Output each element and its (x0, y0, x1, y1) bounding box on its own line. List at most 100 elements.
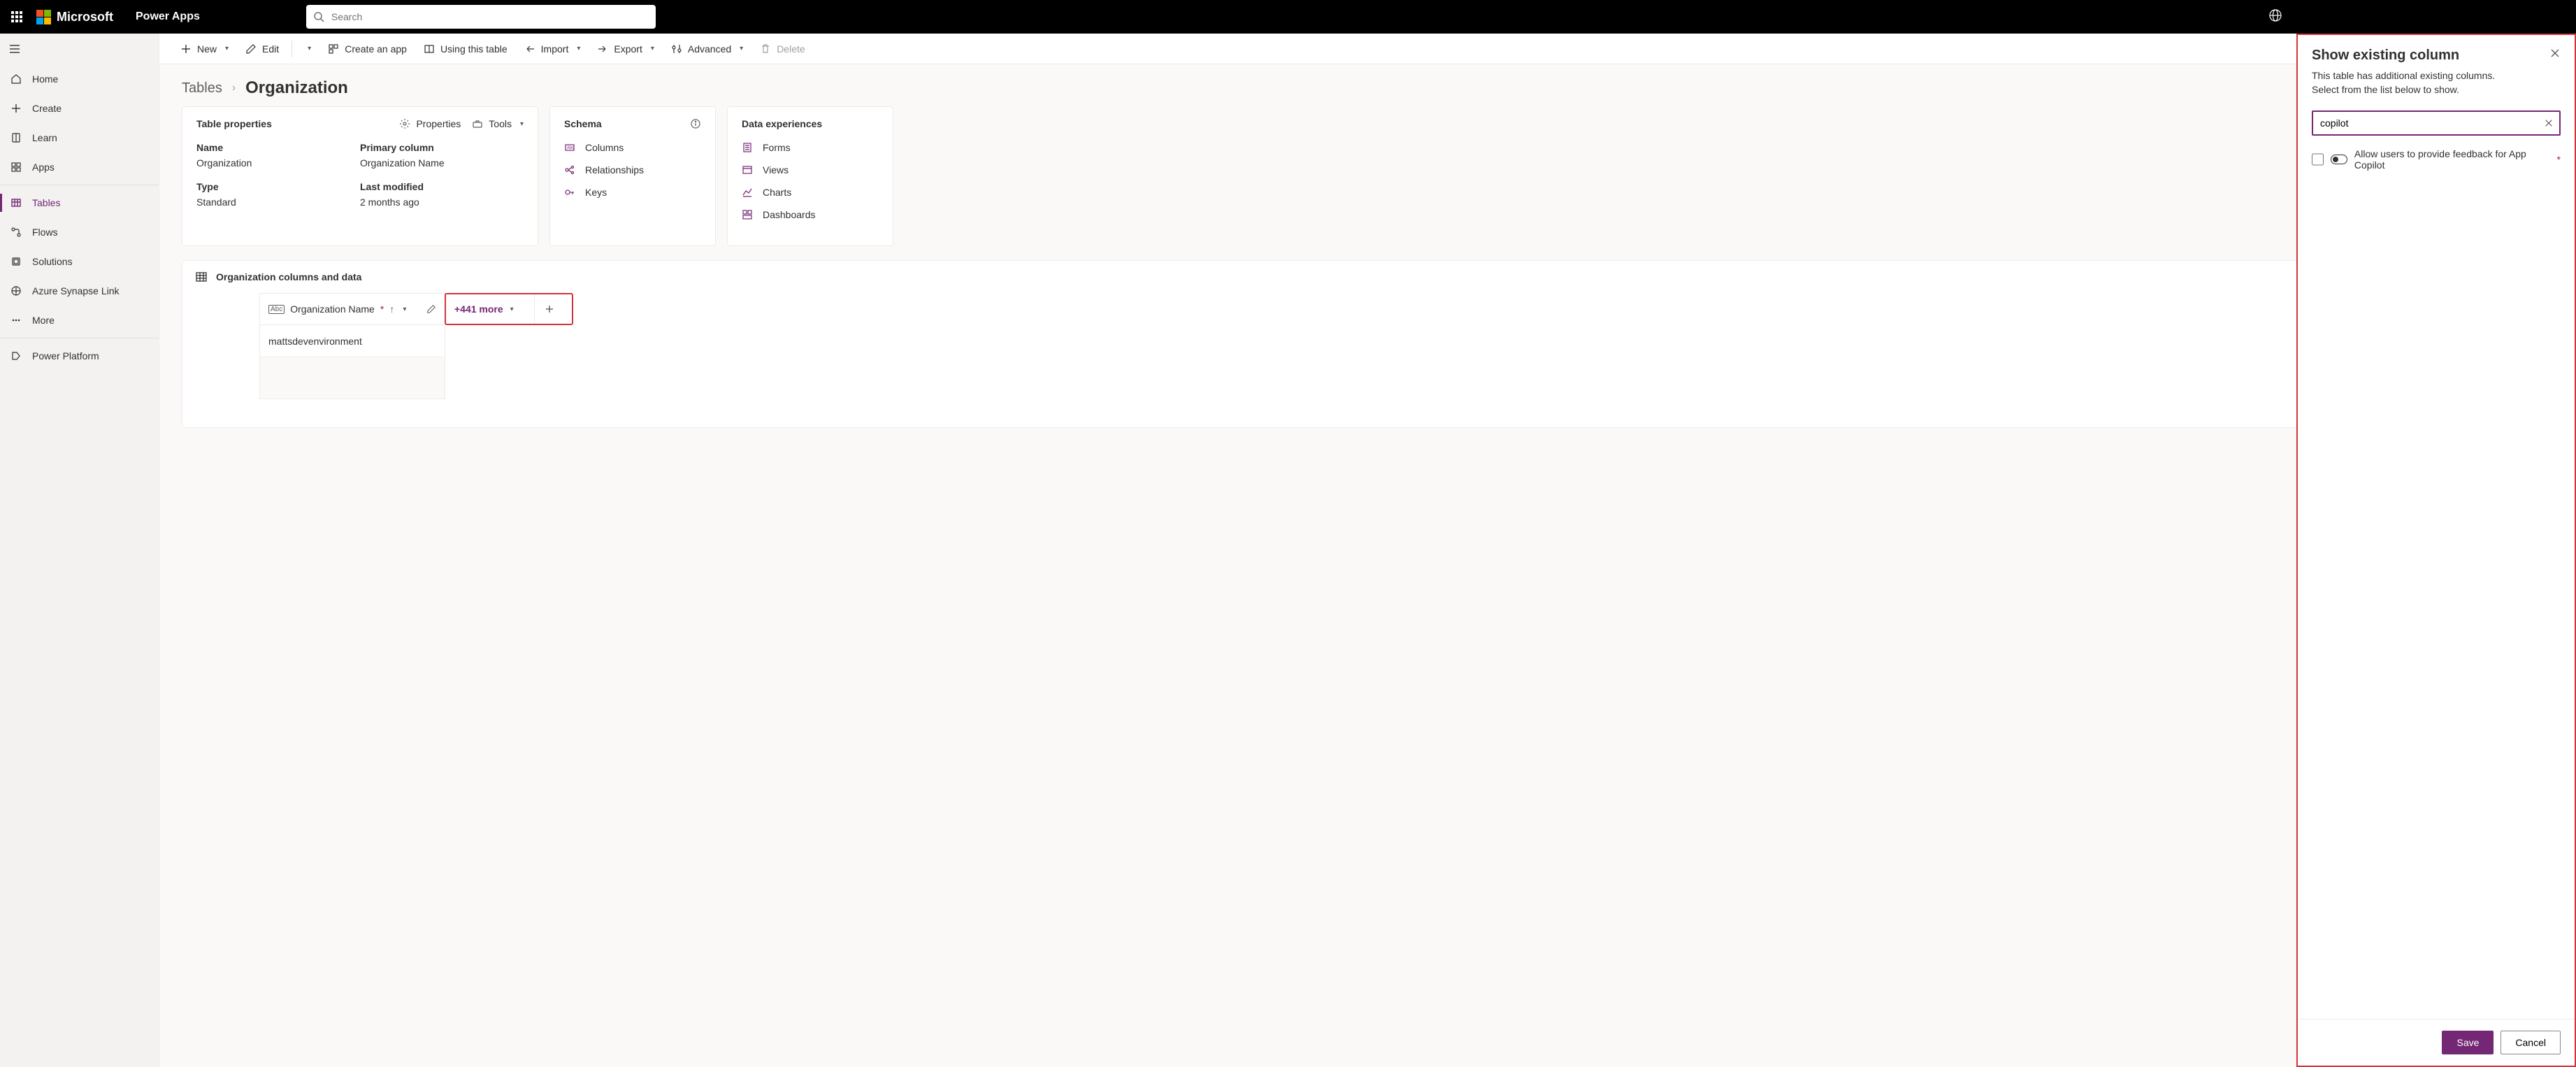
text-type-icon: Abc (268, 305, 285, 314)
dashboards-link[interactable]: Dashboards (742, 209, 879, 220)
charts-link[interactable]: Charts (742, 187, 879, 198)
nav-item-create[interactable]: Create (0, 94, 159, 123)
chevron-down-icon: ▾ (740, 45, 743, 52)
main-content: New ▾ Edit ▾ Create an app Using this ta… (159, 34, 2576, 1067)
relationships-icon (564, 164, 577, 176)
chevron-down-icon: ▾ (651, 45, 654, 52)
solutions-icon (10, 256, 22, 267)
nav-label: Apps (32, 162, 55, 173)
cmd-label: Create an app (345, 43, 407, 55)
nav-item-power-platform[interactable]: Power Platform (0, 341, 159, 371)
microsoft-logo-icon (36, 10, 51, 24)
chevron-down-icon: ▾ (510, 306, 514, 313)
data-experiences-card: Data experiences Forms Views Charts (727, 106, 893, 246)
views-link[interactable]: Views (742, 164, 879, 176)
import-button[interactable]: Import ▾ (517, 38, 588, 60)
columns-data-section: Organization columns and data Abc Organi… (182, 260, 2554, 428)
cmd-label: Export (614, 43, 642, 55)
settings-icon (671, 43, 682, 55)
prop-primary-value: Organization Name (360, 157, 524, 169)
forms-link[interactable]: Forms (742, 142, 879, 153)
advanced-button[interactable]: Advanced ▾ (664, 38, 750, 60)
schema-keys-link[interactable]: Keys (564, 187, 701, 198)
prop-name-value: Organization (196, 157, 360, 169)
chevron-down-icon: ▾ (308, 45, 311, 52)
hamburger-icon[interactable] (8, 43, 21, 55)
info-icon[interactable] (690, 118, 701, 129)
table-row[interactable]: mattsdevenvironment (259, 325, 445, 357)
schema-columns-link[interactable]: Abc Columns (564, 142, 701, 153)
nav-item-synapse[interactable]: Azure Synapse Link (0, 276, 159, 306)
column-checkbox[interactable] (2312, 153, 2324, 166)
chevron-down-icon: ▾ (225, 45, 229, 52)
plus-icon (180, 43, 192, 55)
properties-link[interactable]: Properties (399, 118, 461, 129)
nav-item-tables[interactable]: Tables (0, 188, 159, 217)
breadcrumb-root[interactable]: Tables (182, 80, 222, 96)
prop-name-label: Name (196, 142, 360, 153)
app-icon (328, 43, 339, 55)
platform-icon (10, 350, 22, 361)
chevron-down-icon: ▾ (403, 306, 406, 313)
export-icon (597, 43, 608, 55)
import-icon (524, 43, 535, 55)
using-table-button[interactable]: Using this table (417, 38, 515, 60)
close-button[interactable] (2549, 48, 2561, 59)
svg-text:Abc: Abc (567, 146, 574, 150)
command-bar: New ▾ Edit ▾ Create an app Using this ta… (159, 34, 2576, 64)
cmd-label: Import (541, 43, 569, 55)
create-app-button[interactable]: Create an app (321, 38, 414, 60)
card-title: Table properties (196, 118, 272, 129)
delete-button[interactable]: Delete (753, 38, 812, 60)
trash-icon (760, 43, 771, 55)
more-icon (10, 315, 22, 326)
nav-item-solutions[interactable]: Solutions (0, 247, 159, 276)
cmd-label: Advanced (688, 43, 731, 55)
nav-item-apps[interactable]: Apps (0, 152, 159, 182)
cmd-label: Edit (262, 43, 279, 55)
nav-item-home[interactable]: Home (0, 64, 159, 94)
nav-item-learn[interactable]: Learn (0, 123, 159, 152)
cmd-label: Delete (777, 43, 805, 55)
more-columns-button[interactable]: +441 more ▾ (445, 293, 573, 325)
required-star: * (380, 303, 384, 315)
table-properties-card: Table properties Properties Tools ▾ (182, 106, 538, 246)
globe-icon[interactable] (2268, 8, 2282, 22)
empty-row (259, 357, 445, 399)
pencil-icon[interactable] (426, 304, 436, 314)
prop-type-value: Standard (196, 196, 360, 208)
book-icon (10, 132, 22, 143)
cmd-label: New (197, 43, 217, 55)
card-title: Data experiences (742, 118, 822, 129)
views-icon (742, 164, 754, 176)
column-header-name[interactable]: Abc Organization Name* ↑ ▾ (259, 293, 445, 325)
column-search-input[interactable] (2312, 110, 2561, 136)
search-icon (313, 11, 324, 22)
app-launcher-button[interactable] (6, 6, 28, 28)
nav-label: Solutions (32, 256, 73, 267)
column-option[interactable]: Allow users to provide feedback for App … (2312, 145, 2561, 173)
charts-icon (742, 187, 754, 198)
new-button[interactable]: New ▾ (173, 38, 236, 60)
columns-icon: Abc (564, 142, 577, 153)
save-button[interactable]: Save (2442, 1031, 2494, 1054)
edit-dropdown[interactable]: ▾ (298, 38, 318, 60)
edit-button[interactable]: Edit (238, 38, 286, 60)
clear-search-button[interactable] (2544, 118, 2554, 128)
table-icon (424, 43, 435, 55)
required-star: * (2557, 154, 2561, 165)
schema-relationships-link[interactable]: Relationships (564, 164, 701, 176)
export-button[interactable]: Export ▾ (590, 38, 661, 60)
app-header: Microsoft Power Apps (0, 0, 2576, 34)
global-search-input[interactable] (306, 5, 656, 29)
tools-link[interactable]: Tools ▾ (472, 118, 524, 129)
nav-item-more[interactable]: More (0, 306, 159, 335)
chevron-down-icon: ▾ (520, 120, 524, 128)
nav-label: Azure Synapse Link (32, 285, 120, 296)
cancel-button[interactable]: Cancel (2501, 1031, 2561, 1054)
flyout-title: Show existing column (2312, 48, 2459, 64)
add-column-button[interactable] (534, 294, 563, 324)
chevron-down-icon: ▾ (577, 45, 580, 52)
nav-label: Flows (32, 227, 58, 238)
nav-item-flows[interactable]: Flows (0, 217, 159, 247)
